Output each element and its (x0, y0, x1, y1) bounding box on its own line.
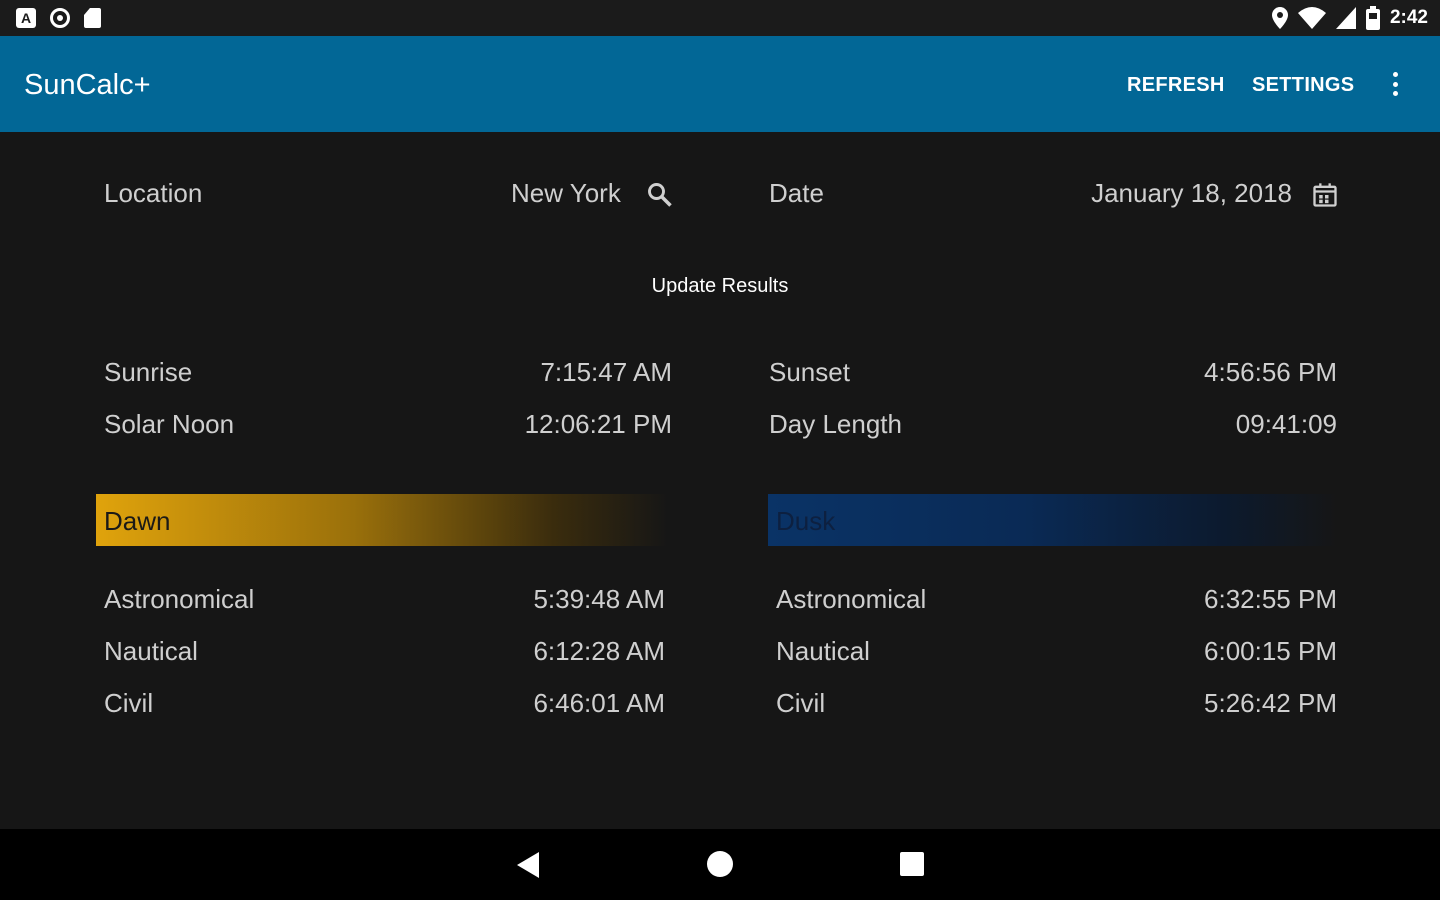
update-results-button[interactable]: Update Results (620, 270, 820, 302)
status-time: 2:42 (1389, 7, 1428, 28)
dawn-astronomical-value: 5:39:48 AM (533, 584, 665, 614)
sunset-value: 4:56:56 PM (1204, 357, 1337, 387)
app-bar: SunCalc+ REFRESH SETTINGS (0, 36, 1440, 132)
date-label: Date (769, 178, 824, 208)
dusk-civil-label: Civil (776, 688, 826, 718)
a-notification-icon: A (16, 8, 36, 28)
dawn-header-label: Dawn (104, 506, 171, 536)
dawn-civil-label: Civil (104, 688, 154, 718)
settings-button[interactable]: SETTINGS (1252, 74, 1354, 97)
refresh-button[interactable]: REFRESH (1127, 74, 1225, 97)
search-icon[interactable] (646, 181, 674, 209)
location-value[interactable]: New York (511, 178, 621, 209)
status-bar: A 2:42 (0, 0, 1440, 36)
status-left-icons: A (16, 8, 101, 28)
dusk-nautical-label: Nautical (776, 636, 870, 666)
dawn-civil-value: 6:46:01 AM (533, 688, 665, 718)
sd-card-icon (84, 8, 101, 28)
dusk-civil-value: 5:26:42 PM (1204, 688, 1337, 718)
calendar-icon[interactable] (1311, 181, 1339, 209)
app-title: SunCalc+ (24, 69, 151, 101)
dusk-header: Dusk (768, 494, 1338, 546)
back-icon[interactable] (517, 852, 539, 878)
dusk-nautical-value: 6:00:15 PM (1204, 636, 1337, 666)
wifi-icon (1297, 7, 1326, 29)
dawn-nautical-label: Nautical (104, 636, 198, 666)
dusk-header-label: Dusk (776, 506, 836, 536)
recents-icon[interactable] (900, 852, 924, 876)
circle-notification-icon (50, 8, 70, 28)
sunrise-value: 7:15:47 AM (540, 357, 672, 387)
dawn-astronomical-label: Astronomical (104, 584, 255, 614)
home-icon[interactable] (707, 851, 733, 877)
solar-noon-label: Solar Noon (104, 409, 235, 439)
status-right-icons: 2:42 (1271, 6, 1428, 30)
dusk-astronomical-value: 6:32:55 PM (1204, 584, 1337, 614)
dawn-nautical-value: 6:12:28 AM (533, 636, 665, 666)
solar-noon-value: 12:06:21 PM (524, 409, 672, 439)
dawn-header: Dawn (96, 494, 668, 546)
day-length-value: 09:41:09 (1235, 409, 1337, 439)
day-length-label: Day Length (769, 409, 902, 439)
navigation-bar (0, 829, 1440, 900)
sunrise-label: Sunrise (104, 357, 193, 387)
more-vert-icon[interactable] (1384, 70, 1406, 98)
sunset-label: Sunset (769, 357, 850, 387)
location-pin-icon (1271, 7, 1288, 29)
cell-signal-icon (1335, 7, 1356, 29)
location-label: Location (104, 178, 203, 208)
dusk-astronomical-label: Astronomical (776, 584, 927, 614)
date-value[interactable]: January 18, 2018 (1000, 178, 1292, 209)
battery-icon (1365, 6, 1380, 30)
